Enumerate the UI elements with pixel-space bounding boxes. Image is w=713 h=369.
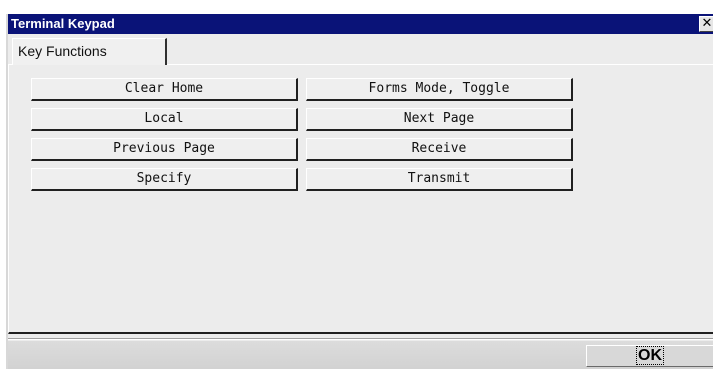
specify-button[interactable]: Specify (31, 168, 298, 191)
ok-button-label: OK (636, 346, 664, 365)
tab-key-functions[interactable]: Key Functions (12, 38, 167, 65)
next-page-button[interactable]: Next Page (306, 108, 573, 131)
close-icon[interactable]: ✕ (699, 16, 713, 32)
title-bar[interactable]: Terminal Keypad ✕ (8, 14, 713, 34)
forms-mode-toggle-button[interactable]: Forms Mode, Toggle (306, 78, 573, 101)
terminal-keypad-dialog: Terminal Keypad ✕ Key Functions Clear Ho… (6, 14, 713, 369)
window-title: Terminal Keypad (11, 16, 115, 31)
key-functions-panel: Clear Home Forms Mode, Toggle Local Next… (8, 64, 713, 334)
receive-button[interactable]: Receive (306, 138, 573, 161)
ok-button[interactable]: OK (586, 345, 713, 367)
transmit-button[interactable]: Transmit (306, 168, 573, 191)
local-button[interactable]: Local (31, 108, 298, 131)
clear-home-button[interactable]: Clear Home (31, 78, 298, 101)
footer-divider (8, 338, 713, 340)
dialog-footer: OK (8, 341, 713, 369)
previous-page-button[interactable]: Previous Page (31, 138, 298, 161)
